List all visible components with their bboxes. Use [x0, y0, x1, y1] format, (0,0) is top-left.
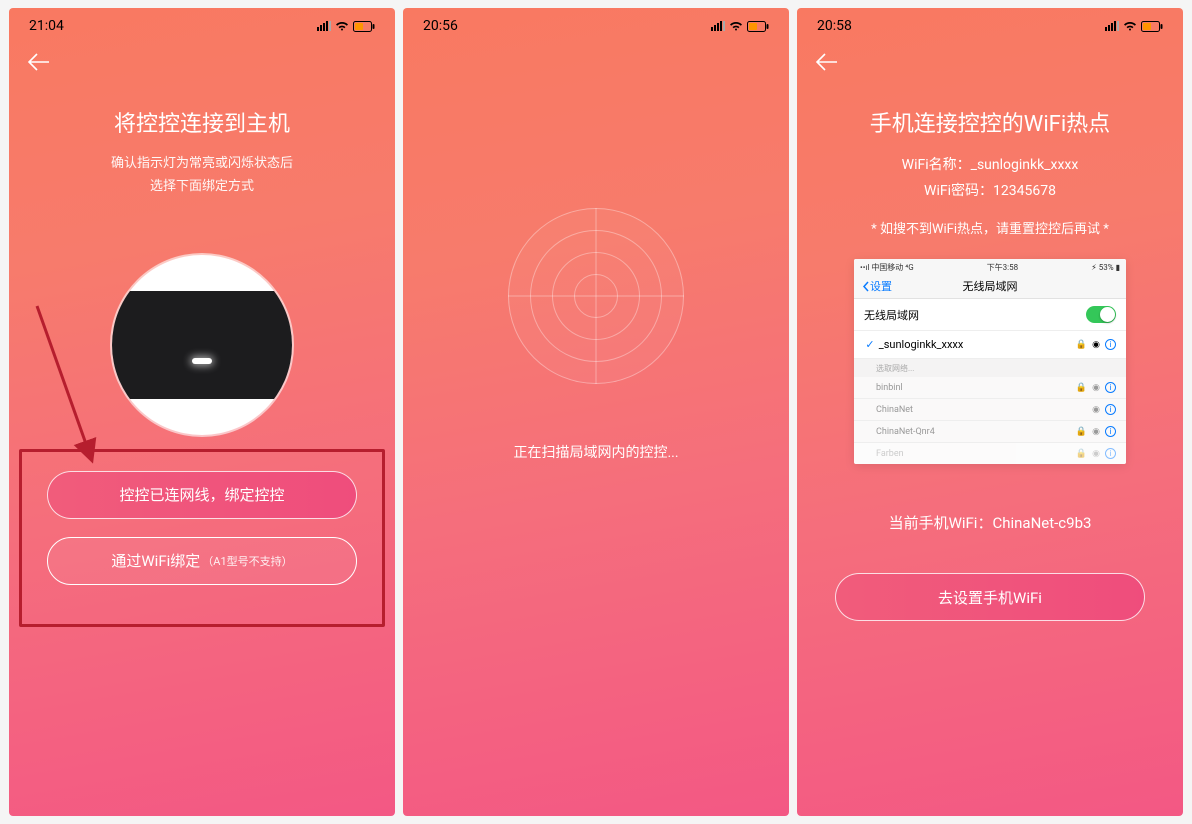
status-time: 20:58: [817, 18, 852, 34]
info-icon: i: [1105, 404, 1116, 415]
battery-icon: [747, 21, 769, 32]
lock-icon: 🔒: [1076, 340, 1087, 350]
bind-via-cable-button[interactable]: 控控已连网线，绑定控控: [47, 471, 357, 519]
ios-time: 下午3:58: [987, 262, 1018, 273]
back-button[interactable]: [797, 38, 857, 86]
ios-wifi-settings-illustration: ••ıl 中国移动 ⁴G 下午3:58 ⚡︎ 53% ▮ 设置 无线局域网 无线…: [854, 259, 1126, 464]
bind-via-cable-label: 控控已连网线，绑定控控: [119, 484, 284, 505]
back-arrow-icon: [27, 52, 51, 72]
wifi-signal-icon: ◉: [1092, 340, 1100, 350]
status-bar: 20:56: [403, 8, 789, 38]
bind-via-wifi-button[interactable]: 通过WiFi绑定 （A1型号不支持）: [47, 537, 357, 585]
status-icons: [711, 21, 769, 32]
page-subtitle: 确认指示灯为常亮或闪烁状态后 选择下面绑定方式: [33, 152, 371, 199]
go-to-wifi-settings-button[interactable]: 去设置手机WiFi: [835, 573, 1145, 621]
lock-icon: 🔒: [1076, 449, 1087, 459]
info-icon: i: [1105, 339, 1116, 350]
lock-icon: 🔒: [1076, 427, 1087, 437]
status-bar: 20:58: [797, 8, 1183, 38]
page-title: 将控控连接到主机: [33, 106, 371, 138]
phone-screen-bind: 21:04 将控控连接到主机 确认指示灯为常亮或闪烁状态后 选择下面绑定方式 控…: [9, 8, 395, 816]
wifi-icon: [1123, 21, 1137, 31]
wifi-password-info: WiFi密码：12345678: [821, 180, 1159, 200]
wifi-signal-icon: ◉: [1092, 405, 1100, 415]
bind-via-wifi-label: 通过WiFi绑定: [111, 550, 200, 571]
back-arrow-icon: [815, 52, 839, 72]
page-title: 手机连接控控的WiFi热点: [821, 106, 1159, 138]
signal-icon: [711, 21, 725, 31]
status-icons: [317, 21, 375, 32]
status-icons: [1105, 21, 1163, 32]
wifi-signal-icon: ◉: [1092, 449, 1100, 459]
battery-icon: [353, 21, 375, 32]
signal-icon: [317, 21, 331, 31]
wifi-hint-text: * 如搜不到WiFi热点，请重置控控后再试 *: [821, 218, 1159, 237]
ios-network-row: ChinaNet ◉i: [854, 399, 1126, 421]
wifi-signal-icon: ◉: [1092, 383, 1100, 393]
status-bar: 21:04: [9, 8, 395, 38]
info-icon: i: [1105, 448, 1116, 459]
status-time: 21:04: [29, 18, 64, 34]
ios-battery: ⚡︎ 53% ▮: [1091, 263, 1120, 272]
ios-network-row: binbinl 🔒◉i: [854, 377, 1126, 399]
phone-screen-wifi-setup: 20:58 手机连接控控的WiFi热点 WiFi名称：_sunloginkk_x…: [797, 8, 1183, 816]
ios-wifi-toggle-row: 无线局域网: [854, 299, 1126, 331]
signal-icon: [1105, 21, 1119, 31]
ios-carrier: ••ıl 中国移动 ⁴G: [860, 262, 914, 273]
ios-row-icons: 🔒 ◉ i: [1076, 339, 1116, 350]
go-to-wifi-settings-label: 去设置手机WiFi: [938, 587, 1042, 608]
ios-network-row: Farben 🔒◉i: [854, 443, 1126, 464]
scan-status-text: 正在扫描局域网内的控控...: [403, 442, 789, 462]
ios-selected-network-row: ✓ _sunloginkk_xxxx 🔒 ◉ i: [854, 331, 1126, 359]
wifi-icon: [335, 21, 349, 31]
current-wifi-info: 当前手机WiFi：ChinaNet-c9b3: [821, 512, 1159, 533]
info-icon: i: [1105, 382, 1116, 393]
wifi-name-info: WiFi名称：_sunloginkk_xxxx: [821, 154, 1159, 174]
phone-screen-scanning: 20:56 正在扫描局域网内的控控...: [403, 8, 789, 816]
lock-icon: 🔒: [1076, 383, 1087, 393]
device-illustration: [112, 255, 292, 435]
wifi-signal-icon: ◉: [1092, 427, 1100, 437]
wifi-icon: [729, 21, 743, 31]
ios-section-label: 选取网络...: [854, 359, 1126, 377]
back-button[interactable]: [9, 38, 69, 86]
radar-scanner: [403, 208, 789, 384]
battery-icon: [1141, 21, 1163, 32]
info-icon: i: [1105, 426, 1116, 437]
ios-network-row: ChinaNet-Qnr4 🔒◉i: [854, 421, 1126, 443]
ios-toggle-on-icon: [1086, 306, 1116, 323]
bind-via-wifi-sublabel: （A1型号不支持）: [202, 553, 292, 569]
ios-nav-title: 无线局域网: [854, 278, 1126, 294]
status-time: 20:56: [423, 18, 458, 34]
